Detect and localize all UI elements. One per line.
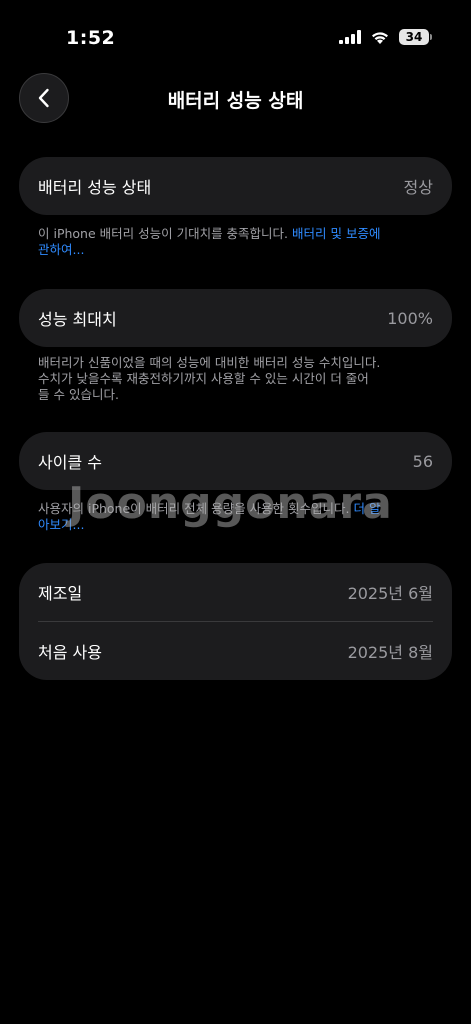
cycle-count-value: 56: [412, 451, 433, 471]
max-capacity-label: 성능 최대치: [38, 310, 117, 329]
learn-more-link[interactable]: 더 알: [354, 501, 381, 516]
cycle-count-row: 사이클 수 56: [38, 432, 433, 490]
battery-health-label: 배터리 성능 상태: [38, 178, 152, 197]
first-use-label: 처음 사용: [38, 643, 102, 662]
max-capacity-footnote: 배터리가 신품이었을 때의 성능에 대비한 배터리 성능 수치입니다. 수치가 …: [38, 355, 408, 403]
status-time: 1:52: [66, 27, 116, 49]
cycle-count-footnote: 사용자의 iPhone이 배터리 전체 용량을 사용한 횟수입니다. 더 알 아…: [38, 501, 408, 533]
battery-warranty-link[interactable]: 배터리 및 보증에: [292, 226, 380, 241]
learn-more-link-cont[interactable]: 아보기...: [38, 517, 84, 532]
status-icons: 34: [339, 29, 432, 45]
battery-health-note: 이 iPhone 배터리 성능이 기대치를 충족합니다.: [38, 226, 289, 241]
manufacture-date-label: 제조일: [38, 584, 83, 603]
battery-health-row: 배터리 성능 상태 정상: [38, 157, 433, 215]
wifi-icon: [372, 31, 388, 44]
status-bar: 1:52 34: [0, 0, 471, 70]
max-capacity-note-2: 수치가 낮을수록 재충전하기까지 사용할 수 있는 시간이 더 줄어: [38, 371, 369, 386]
cycle-count-label: 사이클 수: [38, 453, 102, 472]
max-capacity-value: 100%: [387, 308, 433, 328]
cycle-count-note: 사용자의 iPhone이 배터리 전체 용량을 사용한 횟수입니다.: [38, 501, 350, 516]
battery-health-value: 정상: [403, 178, 433, 197]
first-use-row: 처음 사용 2025년 8월: [38, 622, 433, 680]
manufacture-date-value: 2025년 6월: [347, 584, 433, 603]
manufacture-date-row: 제조일 2025년 6월: [38, 563, 433, 621]
max-capacity-note-3: 들 수 있습니다.: [38, 387, 119, 402]
battery-icon: 34: [399, 29, 432, 45]
max-capacity-row: 성능 최대치 100%: [38, 289, 433, 347]
max-capacity-note-1: 배터리가 신품이었을 때의 성능에 대비한 배터리 성능 수치입니다.: [38, 355, 381, 370]
battery-level: 34: [405, 30, 423, 44]
page-title: 배터리 성능 상태: [167, 90, 304, 112]
cellular-signal-icon: [339, 30, 361, 44]
battery-warranty-link-cont[interactable]: 관하여...: [38, 242, 84, 257]
first-use-value: 2025년 8월: [347, 643, 433, 662]
battery-health-footnote: 이 iPhone 배터리 성능이 기대치를 충족합니다. 배터리 및 보증에 관…: [38, 226, 408, 258]
